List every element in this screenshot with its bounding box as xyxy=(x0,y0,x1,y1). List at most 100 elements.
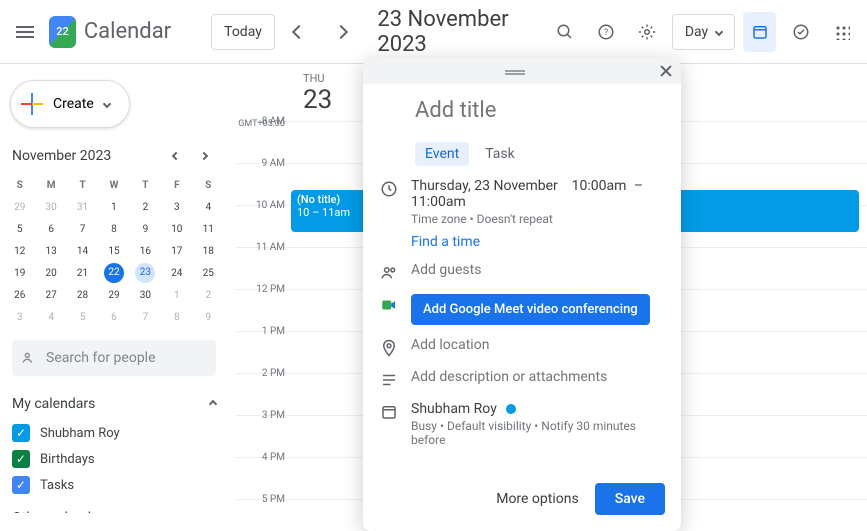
mini-day[interactable]: 9 xyxy=(193,306,224,328)
mini-day[interactable]: 28 xyxy=(67,284,98,306)
end-time[interactable]: 11:00am xyxy=(411,194,466,210)
calendar-list-item[interactable]: ✓Shubham Roy xyxy=(4,420,224,446)
mini-day[interactable]: 8 xyxy=(98,218,129,240)
mini-day[interactable]: 30 xyxy=(130,284,161,306)
calendar-view-icon-button[interactable] xyxy=(743,12,776,52)
mini-day[interactable]: 17 xyxy=(161,240,192,262)
mini-day[interactable]: 27 xyxy=(35,284,66,306)
mini-day[interactable]: 2 xyxy=(130,196,161,218)
mini-day[interactable]: 3 xyxy=(161,196,192,218)
day-number[interactable]: 23 xyxy=(303,85,332,115)
calendar-icon xyxy=(751,23,769,41)
add-description-input[interactable]: Add description or attachments xyxy=(411,369,665,385)
find-time-link[interactable]: Find a time xyxy=(411,234,480,250)
mini-day[interactable]: 3 xyxy=(4,306,35,328)
mini-prev-button[interactable] xyxy=(164,144,188,168)
search-button[interactable] xyxy=(548,12,581,52)
tab-task[interactable]: Task xyxy=(475,142,525,166)
mini-day[interactable]: 5 xyxy=(4,218,35,240)
calendar-list-item[interactable]: ✓Birthdays xyxy=(4,446,224,472)
mini-day[interactable]: 21 xyxy=(67,262,98,284)
calendar-label: Shubham Roy xyxy=(40,426,120,441)
main-menu-button[interactable] xyxy=(8,12,41,52)
mini-day[interactable]: 11 xyxy=(193,218,224,240)
other-calendars-toggle[interactable]: Other calendars + xyxy=(4,498,224,513)
mini-day[interactable]: 25 xyxy=(193,262,224,284)
next-period-button[interactable] xyxy=(324,12,357,52)
mini-day[interactable]: 4 xyxy=(193,196,224,218)
mini-day[interactable]: 16 xyxy=(130,240,161,262)
hour-label: 2 PM xyxy=(236,368,291,415)
mini-day[interactable]: 12 xyxy=(4,240,35,262)
prev-period-button[interactable] xyxy=(283,12,316,52)
mini-day[interactable]: 19 xyxy=(4,262,35,284)
chevron-left-icon xyxy=(172,152,180,160)
create-button[interactable]: Create xyxy=(10,80,130,128)
mini-day[interactable]: 2 xyxy=(193,284,224,306)
add-other-calendar-button[interactable]: + xyxy=(193,506,204,513)
event-title-input[interactable] xyxy=(379,94,665,132)
mini-day[interactable]: 1 xyxy=(161,284,192,306)
mini-day[interactable]: 15 xyxy=(98,240,129,262)
today-button[interactable]: Today xyxy=(211,14,275,50)
save-button[interactable]: Save xyxy=(595,483,665,515)
people-icon xyxy=(22,350,38,366)
mini-day[interactable]: 26 xyxy=(4,284,35,306)
mini-day[interactable]: 22 xyxy=(98,262,129,284)
tab-event[interactable]: Event xyxy=(415,142,469,166)
mini-day[interactable]: 13 xyxy=(35,240,66,262)
current-date-range: 23 November 2023 xyxy=(377,7,532,57)
mini-day[interactable]: 7 xyxy=(67,218,98,240)
mini-day[interactable]: 31 xyxy=(67,196,98,218)
mini-next-button[interactable] xyxy=(192,144,216,168)
sidebar: Create November 2023 SMTWTFS 29303112345… xyxy=(0,64,236,513)
mini-day[interactable]: 4 xyxy=(35,306,66,328)
mini-day[interactable]: 7 xyxy=(130,306,161,328)
search-icon xyxy=(556,23,574,41)
mini-day[interactable]: 24 xyxy=(161,262,192,284)
mini-day[interactable]: 1 xyxy=(98,196,129,218)
more-options-button[interactable]: More options xyxy=(496,491,579,507)
mini-day[interactable]: 30 xyxy=(35,196,66,218)
mini-day[interactable]: 29 xyxy=(4,196,35,218)
tasks-button[interactable] xyxy=(784,12,817,52)
my-calendars-toggle[interactable]: My calendars xyxy=(4,388,224,420)
add-meet-button[interactable]: Add Google Meet video conferencing xyxy=(411,294,650,325)
calendar-list-item[interactable]: ✓Tasks xyxy=(4,472,224,498)
drag-handle-icon[interactable] xyxy=(505,70,525,72)
help-icon: ? xyxy=(597,23,615,41)
mini-calendar: SMTWTFS 29303112345678910111213141516171… xyxy=(4,174,224,328)
mini-day[interactable]: 8 xyxy=(161,306,192,328)
add-location-input[interactable]: Add location xyxy=(411,337,665,353)
search-people-input[interactable]: Search for people xyxy=(12,340,216,376)
event-defaults[interactable]: Busy • Default visibility • Notify 30 mi… xyxy=(411,419,665,447)
mini-day[interactable]: 5 xyxy=(67,306,98,328)
start-time[interactable]: 10:00am xyxy=(572,178,627,194)
mini-day[interactable]: 23 xyxy=(130,262,161,284)
add-guests-input[interactable]: Add guests xyxy=(411,262,665,278)
quick-event-dialog: Event Task Thursday, 23 November 10:00am… xyxy=(363,58,681,531)
mini-day[interactable]: 6 xyxy=(98,306,129,328)
description-icon xyxy=(380,371,398,389)
search-placeholder: Search for people xyxy=(46,350,156,366)
settings-button[interactable] xyxy=(631,12,664,52)
mini-day[interactable]: 10 xyxy=(161,218,192,240)
timezone-label: GMT+05:30 xyxy=(236,119,291,129)
mini-day[interactable]: 6 xyxy=(35,218,66,240)
clock-icon xyxy=(380,180,398,198)
google-apps-button[interactable] xyxy=(826,12,859,52)
support-button[interactable]: ? xyxy=(589,12,622,52)
mini-day[interactable]: 18 xyxy=(193,240,224,262)
timezone-link[interactable]: Time zone xyxy=(411,212,467,226)
view-switcher[interactable]: Day xyxy=(672,14,735,50)
close-button[interactable] xyxy=(659,64,673,78)
mini-day[interactable]: 20 xyxy=(35,262,66,284)
mini-day[interactable]: 9 xyxy=(130,218,161,240)
hour-label: 5 PM xyxy=(236,494,291,513)
mini-day[interactable]: 14 xyxy=(67,240,98,262)
mini-day[interactable]: 29 xyxy=(98,284,129,306)
recurrence[interactable]: Doesn't repeat xyxy=(477,212,553,226)
calendar-owner[interactable]: Shubham Roy xyxy=(411,401,497,417)
event-date[interactable]: Thursday, 23 November xyxy=(411,178,558,194)
chevron-down-icon xyxy=(103,100,111,108)
